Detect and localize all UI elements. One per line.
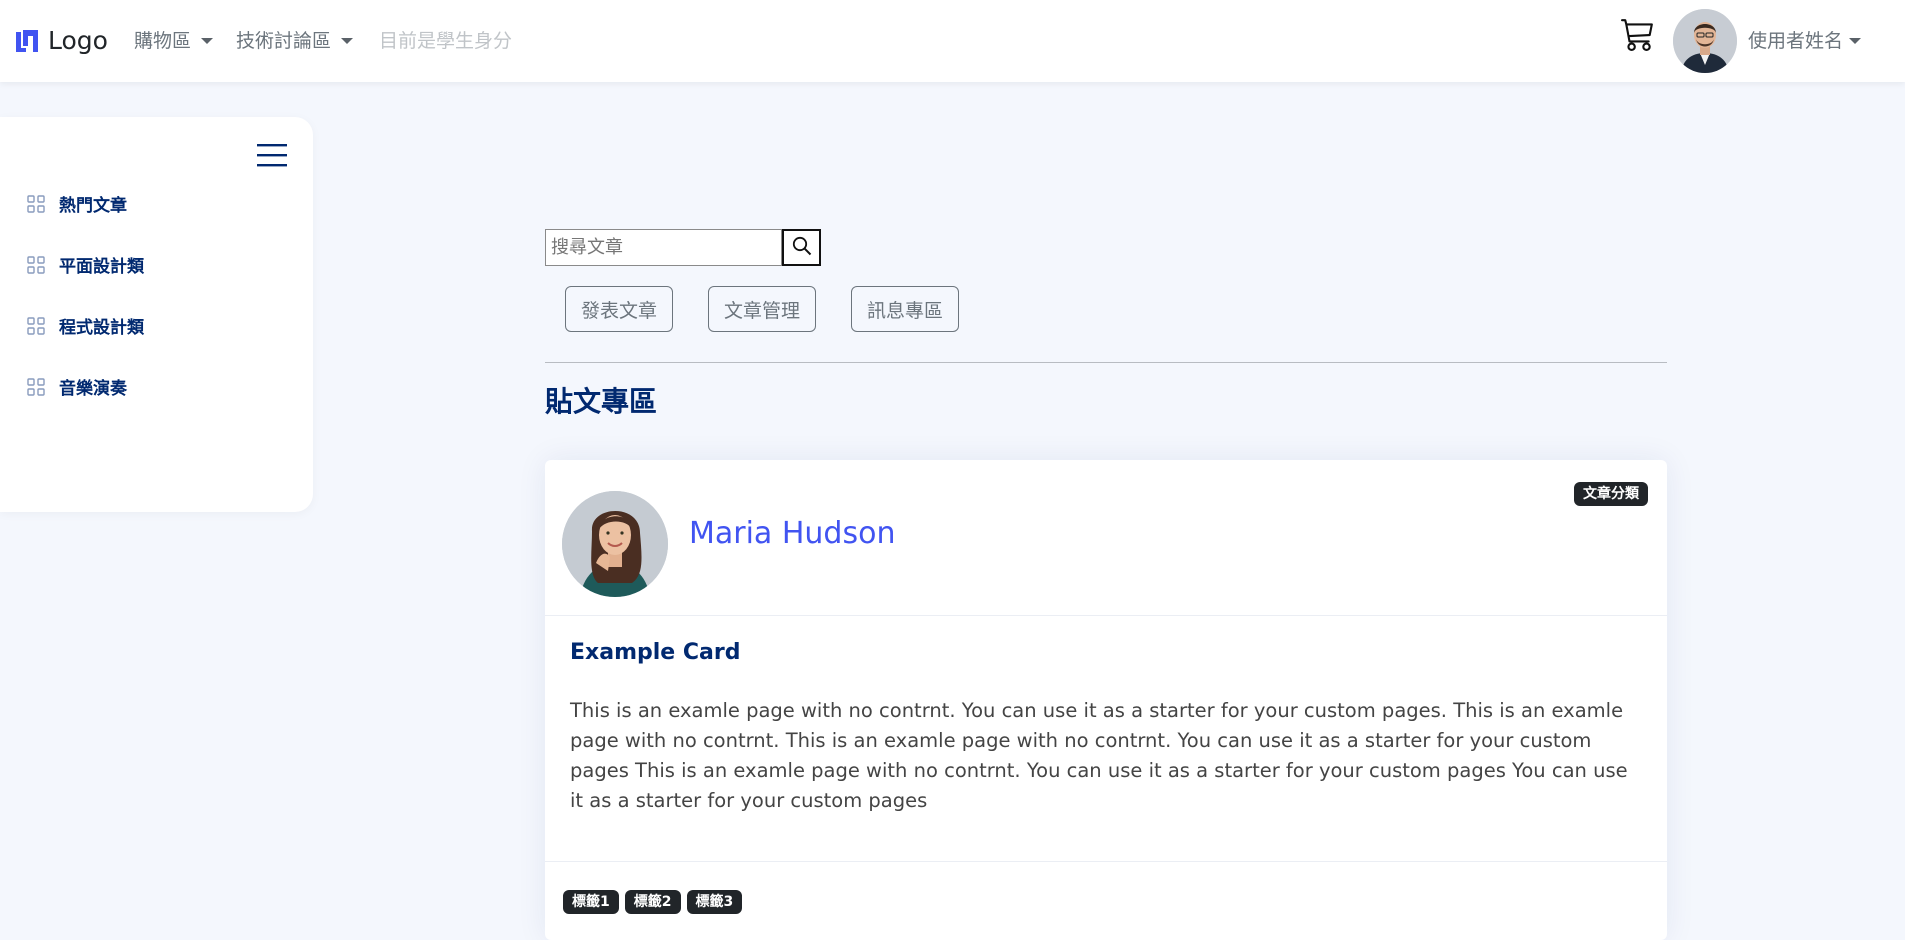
card-text: This is an examle page with no contrnt. … <box>570 699 1628 812</box>
grid-icon <box>27 316 45 335</box>
tag-badge[interactable]: 標籤1 <box>563 890 619 914</box>
sidebar: 熱門文章 平面設計類 程式設計類 音樂演奏 <box>0 117 313 512</box>
grid-icon <box>27 377 45 396</box>
author-name[interactable]: Maria Hudson <box>689 516 895 551</box>
caret-down-icon <box>201 37 214 44</box>
sidebar-item-programming[interactable]: 程式設計類 <box>27 313 144 338</box>
nav-dropdown-shop-label: 購物區 <box>134 30 192 52</box>
sidebar-item-label: 平面設計類 <box>59 257 144 277</box>
hamburger-icon[interactable] <box>257 142 287 172</box>
nav-dropdown-shop[interactable]: 購物區 <box>134 26 214 53</box>
role-status-label: 目前是學生身分 <box>379 30 513 52</box>
post-card: Maria Hudson 文章分類 Example Card This is a… <box>545 460 1667 940</box>
nav-dropdown-tech-label: 技術討論區 <box>236 30 332 52</box>
nav-dropdown-tech[interactable]: 技術討論區 <box>236 26 354 53</box>
sidebar-item-graphic-design[interactable]: 平面設計類 <box>27 252 144 277</box>
tag-badge[interactable]: 標籤2 <box>624 890 681 914</box>
grid-icon <box>27 194 45 213</box>
search-button[interactable] <box>782 229 821 266</box>
sidebar-item-label: 程式設計類 <box>59 318 144 338</box>
user-name: 使用者姓名 <box>1748 30 1844 52</box>
role-status: 目前是學生身分 <box>379 26 512 53</box>
post-card-header: Maria Hudson 文章分類 <box>545 460 1667 616</box>
user-avatar[interactable] <box>1673 9 1737 73</box>
manage-articles-button[interactable]: 文章管理 <box>708 286 817 332</box>
search-icon <box>792 236 812 259</box>
divider <box>545 362 1667 363</box>
user-menu-dropdown[interactable]: 使用者姓名 <box>1748 26 1862 53</box>
category-badge[interactable]: 文章分類 <box>1574 482 1648 506</box>
tag-list: 標籤1 標籤2 標籤3 <box>563 890 743 914</box>
search-input[interactable] <box>545 229 782 266</box>
card-divider <box>545 861 1667 862</box>
sidebar-item-popular[interactable]: 熱門文章 <box>27 191 127 216</box>
section-title: 貼文專區 <box>545 385 658 418</box>
top-navbar: Logo 購物區 技術討論區 目前是學生身分 使用者姓名 <box>0 0 1905 82</box>
sidebar-item-label: 熱門文章 <box>59 196 127 216</box>
caret-down-icon <box>341 37 354 44</box>
caret-down-icon <box>1849 37 1862 44</box>
logo-icon <box>14 28 40 54</box>
messages-button[interactable]: 訊息專區 <box>851 286 960 332</box>
card-title: Example Card <box>570 640 741 665</box>
post-article-button[interactable]: 發表文章 <box>565 286 674 332</box>
sidebar-item-music[interactable]: 音樂演奏 <box>27 374 127 399</box>
grid-icon <box>27 255 45 274</box>
logo-text: Logo <box>48 26 108 55</box>
logo[interactable]: Logo <box>14 26 108 55</box>
cart-icon[interactable] <box>1621 17 1655 55</box>
author-avatar[interactable] <box>562 491 668 597</box>
search-bar <box>545 229 821 266</box>
sidebar-item-label: 音樂演奏 <box>59 379 127 399</box>
tag-badge[interactable]: 標籤3 <box>686 890 743 914</box>
